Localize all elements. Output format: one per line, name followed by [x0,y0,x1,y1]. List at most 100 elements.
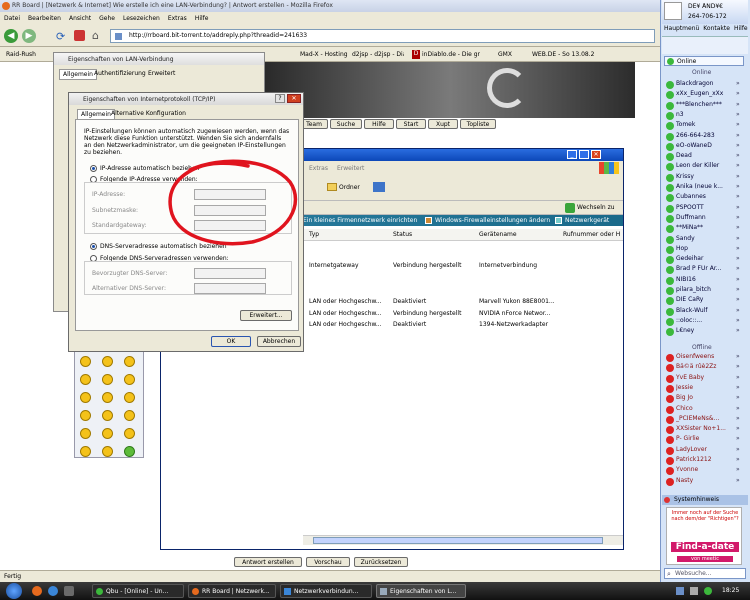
nav-xupt[interactable]: Xupt [428,119,458,129]
smiley-icon[interactable] [80,356,91,367]
tray-icq-icon[interactable] [704,587,712,595]
smiley-icon[interactable] [102,446,113,457]
views-icon[interactable] [373,182,385,192]
smiley-icon[interactable] [102,392,113,403]
menu-ansicht[interactable]: Ansicht [69,15,91,22]
nav-team[interactable]: Team [300,119,328,129]
list-item[interactable]: ***Blenchen*** [676,101,736,108]
chevron-double-icon[interactable]: » [736,394,740,401]
smiley-icon[interactable] [124,356,135,367]
list-item[interactable]: Oisenfweens [676,353,736,360]
smiley-icon[interactable] [102,356,113,367]
lan-tab-auth[interactable]: Authentifizierung [94,70,146,77]
col-device[interactable]: Gerätename [479,231,517,238]
net-menu-extras[interactable]: Extras [309,165,328,172]
chevron-double-icon[interactable]: » [736,446,740,453]
net-go-label[interactable]: Wechseln zu [577,204,615,211]
chevron-double-icon[interactable]: » [736,317,740,324]
chevron-double-icon[interactable]: » [736,276,740,283]
chevron-double-icon[interactable]: » [736,80,740,87]
chevron-double-icon[interactable]: » [736,142,740,149]
list-item[interactable]: NIBI16 [676,276,736,283]
list-item[interactable]: Jessie [676,384,736,391]
icq-menu-main[interactable]: Hauptmenü [664,25,699,35]
maximize-button[interactable] [579,150,589,159]
icq-menu-contacts[interactable]: Kontakte [703,25,730,35]
nav-topliste[interactable]: Topliste [460,119,496,129]
list-item[interactable]: Cubannes [676,193,736,200]
back-icon[interactable]: ◀ [4,29,18,43]
list-item[interactable]: Chico [676,405,736,412]
chevron-double-icon[interactable]: » [736,101,740,108]
list-item[interactable]: Duffmann [676,214,736,221]
table-row[interactable]: LAN oder Hochgeschw... Verbindung herges… [303,309,623,319]
reload-icon[interactable]: ⟳ [56,30,65,43]
lan-tab-erweitert[interactable]: Erweitert [148,70,175,77]
chevron-double-icon[interactable]: » [736,353,740,360]
chevron-double-icon[interactable]: » [736,121,740,128]
list-item[interactable]: YvE Baby [676,374,736,381]
icq-avatar[interactable] [664,2,682,20]
list-item[interactable]: Patrick1212 [676,456,736,463]
chevron-double-icon[interactable]: » [736,173,740,180]
smiley-icon[interactable] [80,446,91,457]
smiley-icon[interactable] [124,392,135,403]
menu-lesezeichen[interactable]: Lesezeichen [123,15,160,22]
list-item[interactable]: P- Girlie [676,435,736,442]
quicklaunch-ie-icon[interactable] [48,586,58,596]
go-icon[interactable] [565,203,575,213]
chevron-double-icon[interactable]: » [736,456,740,463]
chevron-double-icon[interactable]: » [736,415,740,422]
smiley-icon[interactable] [102,374,113,385]
net-menu-erweitert[interactable]: Erweitert [337,165,364,172]
dns-auto-radio[interactable] [90,243,97,250]
taskbar-item-properties[interactable]: Eigenschaften von L... [376,584,466,598]
chevron-double-icon[interactable]: » [736,466,740,473]
reply-submit-button[interactable]: Antwort erstellen [234,557,302,567]
smiley-icon[interactable] [80,410,91,421]
list-item[interactable]: XXSister No+1... [676,425,736,432]
lan-tab-allgemein[interactable]: Allgemein [59,69,97,80]
list-item[interactable]: xXx_Eugen_xXx [676,90,736,97]
menu-datei[interactable]: Datei [4,15,20,22]
system-msg-bar[interactable]: Systemhinweis [662,495,748,505]
list-item[interactable]: Hop [676,245,736,252]
menu-hilfe[interactable]: Hilfe [195,15,209,22]
ad-banner[interactable]: Immer noch auf der Suche nach dem/der "R… [666,507,742,565]
list-item[interactable]: _PCIEMeNs&... [676,415,736,422]
web-search-input[interactable]: ⌕ Websuche... [664,568,746,579]
list-item[interactable]: Sandy [676,235,736,242]
table-row[interactable]: LAN oder Hochgeschw... Deaktiviert 1394-… [303,320,623,330]
minimize-button[interactable]: _ [567,150,577,159]
smiley-icon[interactable] [80,392,91,403]
taskbar-item-browser[interactable]: RR Board | Netzwerk... [188,584,276,598]
list-item[interactable]: pilara_bitch [676,286,736,293]
list-item[interactable]: Bä©ä rûè2Zz [676,363,736,370]
tray-network-icon[interactable] [676,587,684,595]
url-bar[interactable]: http://rrboard.bit-torrent.to/addreply.p… [110,29,655,43]
help-button[interactable]: ? [275,94,285,103]
chevron-double-icon[interactable]: » [736,435,740,442]
list-item[interactable]: PSPOOTT [676,204,736,211]
close-button[interactable]: ✕ [591,150,601,159]
smiley-icon[interactable] [102,428,113,439]
col-phone[interactable]: Rufnummer oder H [563,231,623,238]
smiley-icon[interactable] [124,410,135,421]
task-firewall[interactable]: Windows-Firewalleinstellungen ändern [435,217,555,224]
quicklaunch-media-icon[interactable] [64,586,74,596]
list-item[interactable]: LadyLover [676,446,736,453]
chevron-double-icon[interactable]: » [736,286,740,293]
chevron-double-icon[interactable]: » [736,224,740,231]
chevron-double-icon[interactable]: » [736,265,740,272]
ok-button[interactable]: OK [211,336,251,347]
chevron-double-icon[interactable]: » [736,235,740,242]
chevron-double-icon[interactable]: » [736,255,740,262]
chevron-double-icon[interactable]: » [736,193,740,200]
list-item[interactable]: Leon der Killer [676,162,736,169]
dns-alternate-field[interactable] [194,283,266,294]
nav-hilfe[interactable]: Hilfe [364,119,394,129]
icq-menu-help[interactable]: Hilfe [734,25,748,35]
list-item[interactable]: Black-Wulf [676,307,736,314]
list-item[interactable]: n3 [676,111,736,118]
list-item[interactable]: **MiNa** [676,224,736,231]
